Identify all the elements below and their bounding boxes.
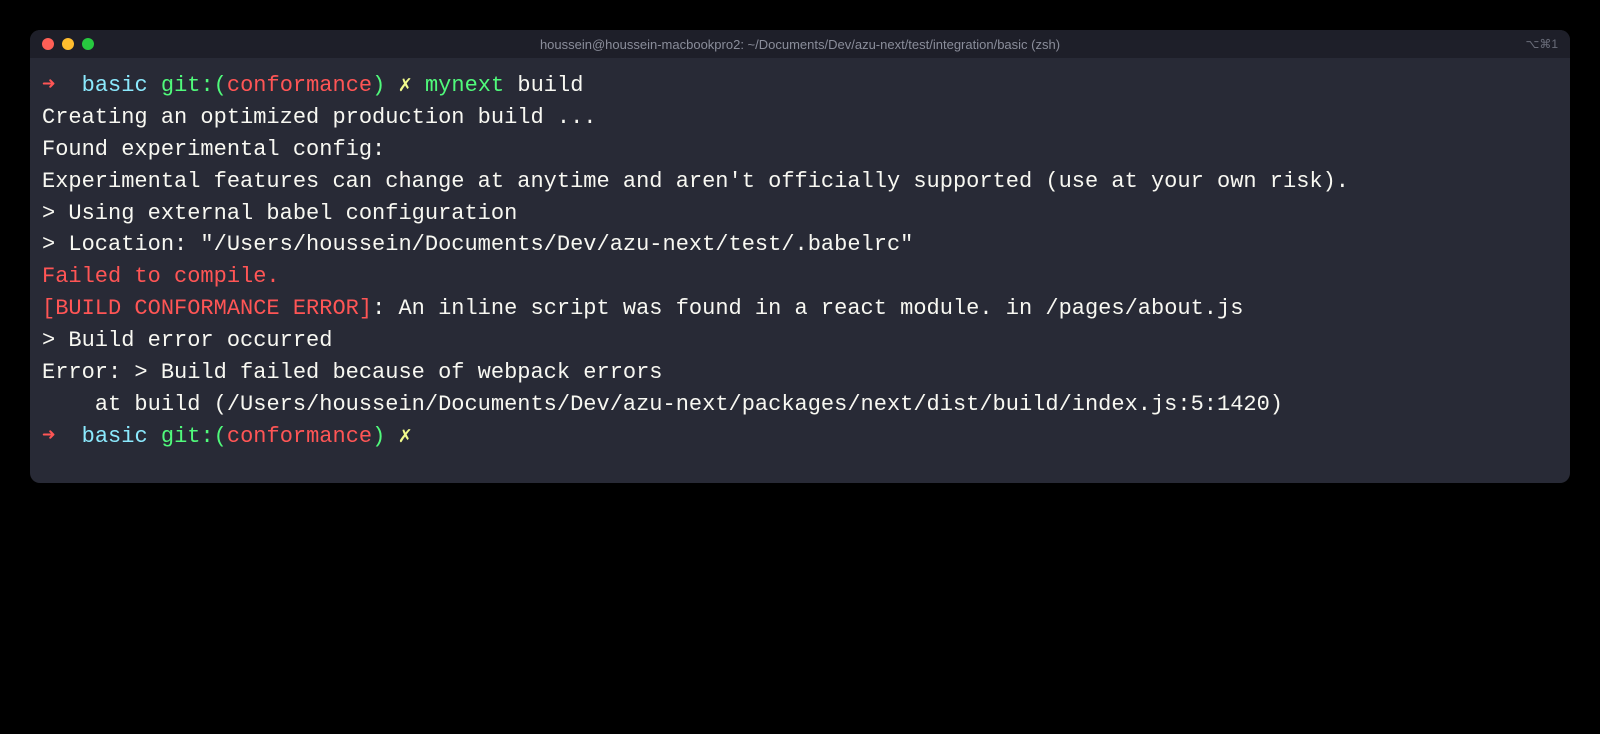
window-shortcut-label: ⌥⌘1	[1525, 37, 1558, 51]
titlebar: houssein@houssein-macbookpro2: ~/Documen…	[30, 30, 1570, 58]
command-arg: build	[517, 73, 583, 98]
output-line: > Location: "/Users/houssein/Documents/D…	[42, 229, 1558, 261]
output-line: at build (/Users/houssein/Documents/Dev/…	[42, 389, 1558, 421]
output-line: Error: > Build failed because of webpack…	[42, 357, 1558, 389]
git-close-paren: )	[372, 73, 385, 98]
git-close-paren: )	[372, 424, 385, 449]
git-label: git:(	[161, 424, 227, 449]
prompt-arrow-icon: ➜	[42, 73, 55, 98]
minimize-button[interactable]	[62, 38, 74, 50]
command-name: mynext	[425, 73, 504, 98]
prompt-line-2: ➜ basic git:(conformance) ✗	[42, 421, 1558, 453]
cwd-label: basic	[82, 424, 148, 449]
output-line: Experimental features can change at anyt…	[42, 166, 1558, 198]
output-line: > Using external babel configuration	[42, 198, 1558, 230]
dirty-icon: ✗	[399, 73, 412, 98]
maximize-button[interactable]	[82, 38, 94, 50]
cwd-label: basic	[82, 73, 148, 98]
dirty-icon: ✗	[399, 424, 412, 449]
output-line: Creating an optimized production build .…	[42, 102, 1558, 134]
terminal-window: houssein@houssein-macbookpro2: ~/Documen…	[30, 30, 1570, 483]
traffic-lights	[42, 38, 94, 50]
window-title: houssein@houssein-macbookpro2: ~/Documen…	[540, 37, 1060, 52]
git-branch: conformance	[227, 424, 372, 449]
output-line: > Build error occurred	[42, 325, 1558, 357]
close-button[interactable]	[42, 38, 54, 50]
git-branch: conformance	[227, 73, 372, 98]
git-label: git:(	[161, 73, 227, 98]
terminal-body[interactable]: ➜ basic git:(conformance) ✗ mynext build…	[30, 58, 1570, 483]
prompt-line-1: ➜ basic git:(conformance) ✗ mynext build	[42, 70, 1558, 102]
error-message: : An inline script was found in a react …	[372, 296, 1243, 321]
error-line: Failed to compile.	[42, 261, 1558, 293]
error-tag: [BUILD CONFORMANCE ERROR]	[42, 296, 372, 321]
prompt-arrow-icon: ➜	[42, 424, 55, 449]
output-line: Found experimental config:	[42, 134, 1558, 166]
error-line: [BUILD CONFORMANCE ERROR]: An inline scr…	[42, 293, 1558, 325]
